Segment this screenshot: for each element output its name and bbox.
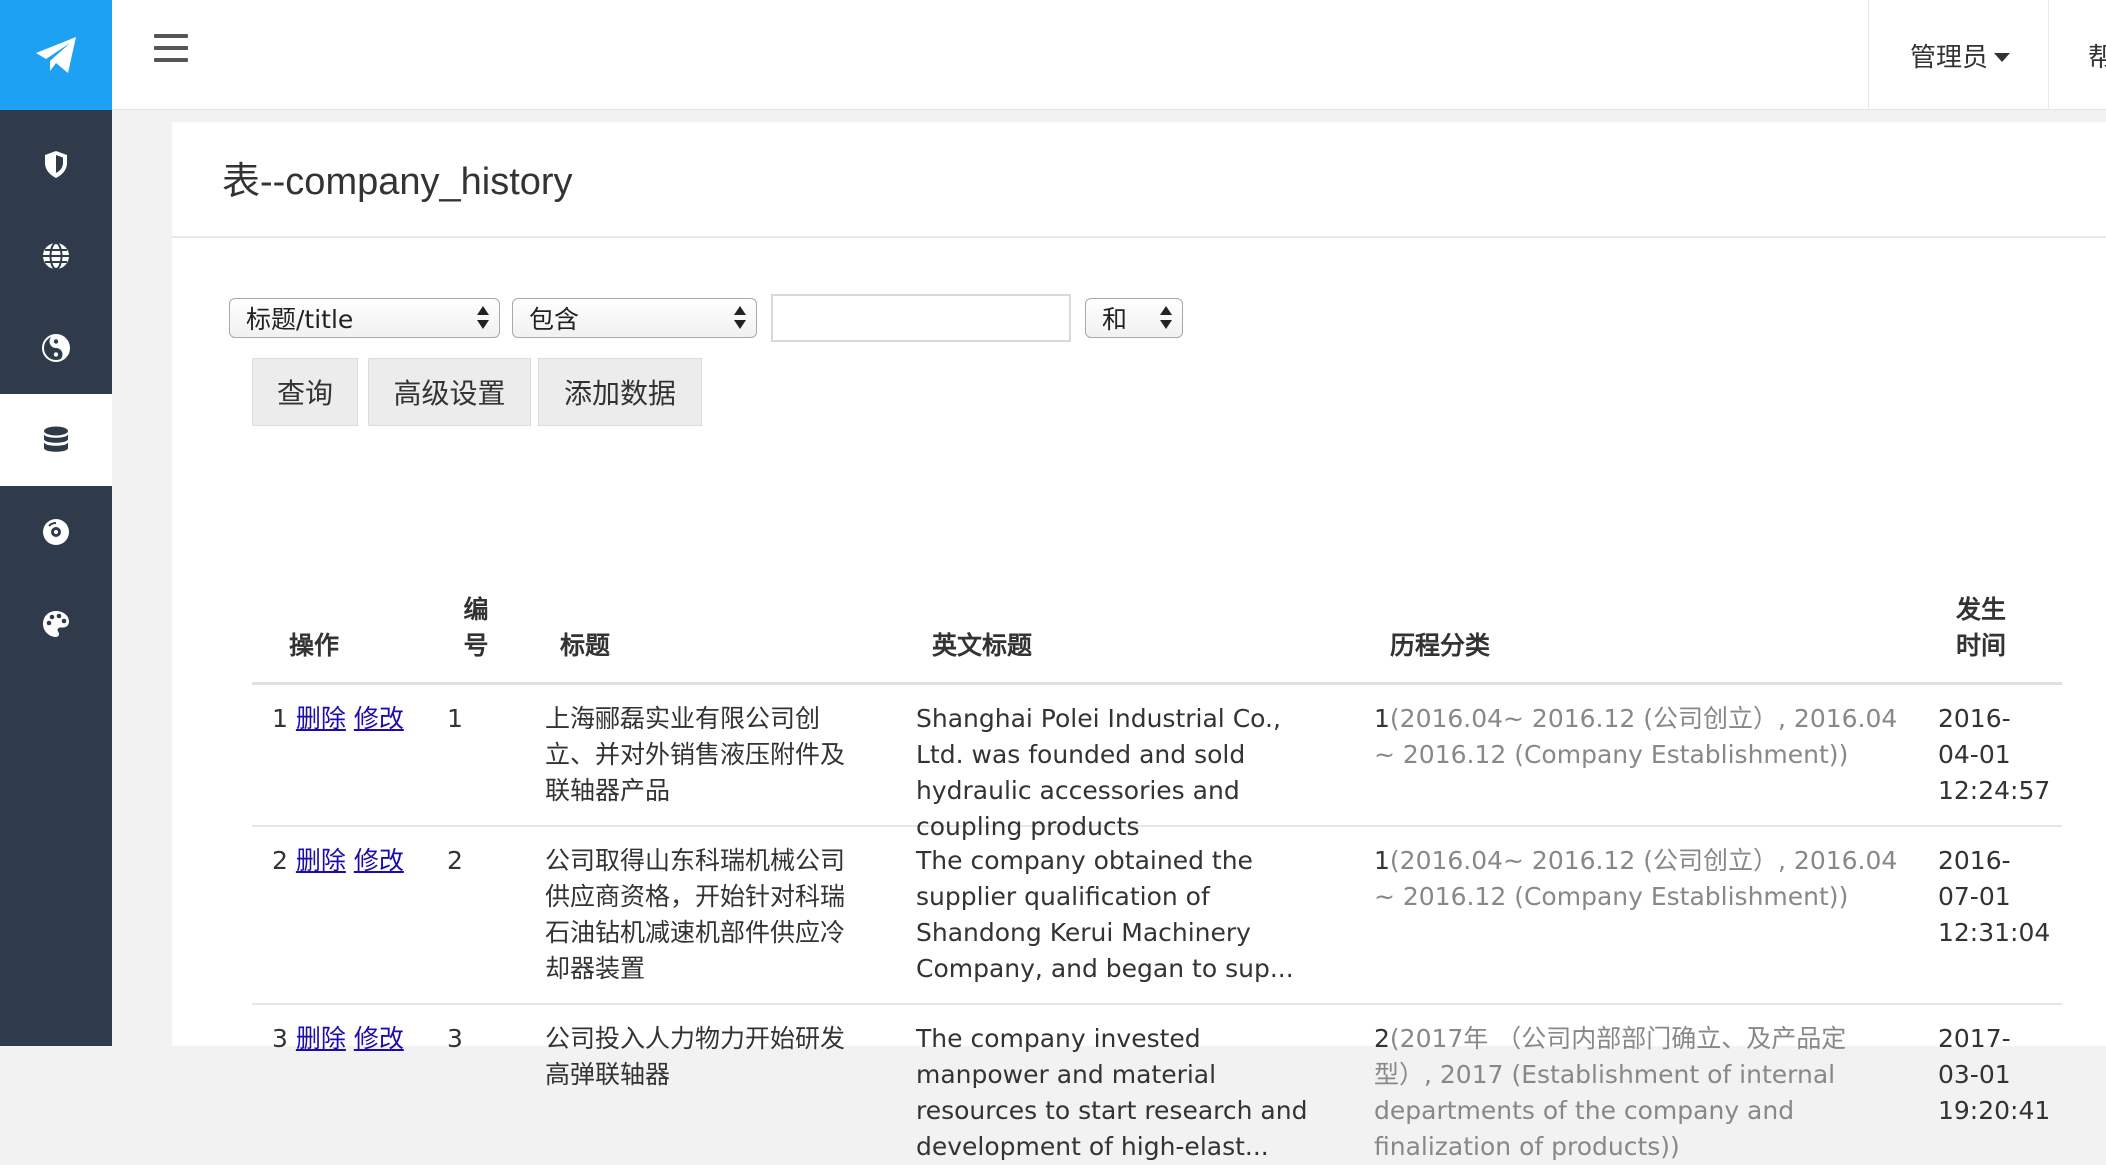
sidebar-item-palette[interactable] xyxy=(0,578,112,670)
help-menu-label: 帮 xyxy=(2088,42,2106,73)
column-header-category: 历程分类 xyxy=(1390,631,1491,660)
row-category-text: (2017年 （公司内部部门确立、及产品定型）, 2017 (Establish… xyxy=(1374,1024,1847,1161)
row-title: 公司投入人力物力开始研发高弹联轴器 xyxy=(545,1024,846,1089)
row-category: 2(2017年 （公司内部部门确立、及产品定型）, 2017 (Establis… xyxy=(1374,1021,1904,1165)
row-id: 3 xyxy=(447,1024,463,1053)
row-en-title: The company invested manpower and materi… xyxy=(916,1024,1308,1161)
operator-select[interactable]: 包含 xyxy=(512,298,757,338)
sidebar-item-disc[interactable] xyxy=(0,486,112,578)
query-button[interactable]: 查询 xyxy=(252,358,358,426)
row-actions: 2 删除 修改 xyxy=(272,843,422,879)
row-category-id: 1 xyxy=(1374,846,1390,875)
sidebar xyxy=(0,0,112,1046)
content-panel: 表--company_history 标题/title 包含 和 查询 高级设置… xyxy=(172,122,2106,1161)
header-divider xyxy=(2048,0,2049,110)
user-menu[interactable]: 管理员 xyxy=(1910,0,2011,110)
row-time: 2017-03-01 19:20:41 xyxy=(1938,1024,2051,1125)
yin-yang-icon xyxy=(42,334,70,362)
column-header-en-title: 英文标题 xyxy=(932,631,1033,660)
database-icon xyxy=(44,426,68,452)
select-arrows-icon xyxy=(734,306,746,330)
sidebar-item-shield[interactable] xyxy=(0,118,112,210)
row-index: 3 xyxy=(272,1024,288,1053)
row-en-title: Shanghai Polei Industrial Co., Ltd. was … xyxy=(916,704,1281,841)
row-category-id: 1 xyxy=(1374,704,1390,733)
column-header-time: 发生时间 xyxy=(1955,595,2006,660)
row-actions: 1 删除 修改 xyxy=(272,701,422,737)
edit-link[interactable]: 修改 xyxy=(354,846,404,875)
edit-link[interactable]: 修改 xyxy=(354,1024,404,1053)
row-time: 2016-07-01 12:31:04 xyxy=(1938,846,2051,947)
sidebar-item-globe[interactable] xyxy=(0,210,112,302)
column-header-ops: 操作 xyxy=(289,631,340,660)
delete-link[interactable]: 删除 xyxy=(296,846,346,875)
disc-icon xyxy=(43,519,69,545)
table-row: 1 删除 修改 1 上海郦磊实业有限公司创立、并对外销售液压附件及联轴器产品 S… xyxy=(252,685,2062,841)
advanced-settings-button[interactable]: 高级设置 xyxy=(368,358,531,426)
column-header-id: 编号 xyxy=(463,595,489,660)
filter-value-input[interactable] xyxy=(771,294,1071,342)
select-arrows-icon xyxy=(1160,306,1172,330)
caret-down-icon xyxy=(1994,52,2011,62)
column-header-title: 标题 xyxy=(560,631,611,660)
hamburger-menu-icon[interactable] xyxy=(154,34,188,64)
row-category-text: (2016.04~ 2016.12 (公司创立）, 2016.04 ~ 2016… xyxy=(1374,704,1898,769)
row-category-text: (2016.04~ 2016.12 (公司创立）, 2016.04 ~ 2016… xyxy=(1374,846,1898,911)
select-arrows-icon xyxy=(477,306,489,330)
table-row: 2 删除 修改 2 公司取得山东科瑞机械公司供应商资格，开始针对科瑞石油钻机减速… xyxy=(252,827,2062,1005)
palette-icon xyxy=(43,611,69,637)
globe-icon xyxy=(43,242,69,270)
field-select-value: 标题/title xyxy=(246,305,354,334)
header-divider xyxy=(1868,0,1869,110)
edit-link[interactable]: 修改 xyxy=(354,704,404,733)
divider xyxy=(172,236,2106,238)
row-category: 1(2016.04~ 2016.12 (公司创立）, 2016.04 ~ 201… xyxy=(1374,843,1904,915)
logo[interactable] xyxy=(0,0,112,110)
sidebar-item-yin-yang[interactable] xyxy=(0,302,112,394)
help-menu[interactable]: 帮 xyxy=(2088,0,2106,110)
delete-link[interactable]: 删除 xyxy=(296,1024,346,1053)
add-data-button[interactable]: 添加数据 xyxy=(538,358,702,426)
logic-select[interactable]: 和 xyxy=(1085,298,1183,338)
page-title: 表--company_history xyxy=(222,161,573,203)
paper-plane-icon xyxy=(36,37,76,73)
sidebar-item-database[interactable] xyxy=(0,394,112,486)
user-menu-label: 管理员 xyxy=(1910,42,1989,73)
row-category: 1(2016.04~ 2016.12 (公司创立）, 2016.04 ~ 201… xyxy=(1374,701,1904,773)
row-index: 1 xyxy=(272,704,288,733)
row-index: 2 xyxy=(272,846,288,875)
row-en-title: The company obtained the supplier qualif… xyxy=(916,846,1294,983)
row-actions: 3 删除 修改 xyxy=(272,1021,422,1057)
logic-select-value: 和 xyxy=(1102,305,1128,334)
row-id: 2 xyxy=(447,846,463,875)
operator-select-value: 包含 xyxy=(529,305,580,334)
top-header: 管理员 帮 xyxy=(112,0,2106,110)
table-row: 3 删除 修改 3 公司投入人力物力开始研发高弹联轴器 The company … xyxy=(252,1005,2062,1165)
row-time: 2016-04-01 12:24:57 xyxy=(1938,704,2051,805)
row-id: 1 xyxy=(447,704,463,733)
delete-link[interactable]: 删除 xyxy=(296,704,346,733)
shield-icon xyxy=(45,151,67,178)
row-title: 上海郦磊实业有限公司创立、并对外销售液压附件及联轴器产品 xyxy=(545,704,846,805)
row-category-id: 2 xyxy=(1374,1024,1390,1053)
row-title: 公司取得山东科瑞机械公司供应商资格，开始针对科瑞石油钻机减速机部件供应冷却器装置 xyxy=(545,846,846,983)
field-select[interactable]: 标题/title xyxy=(229,298,500,338)
